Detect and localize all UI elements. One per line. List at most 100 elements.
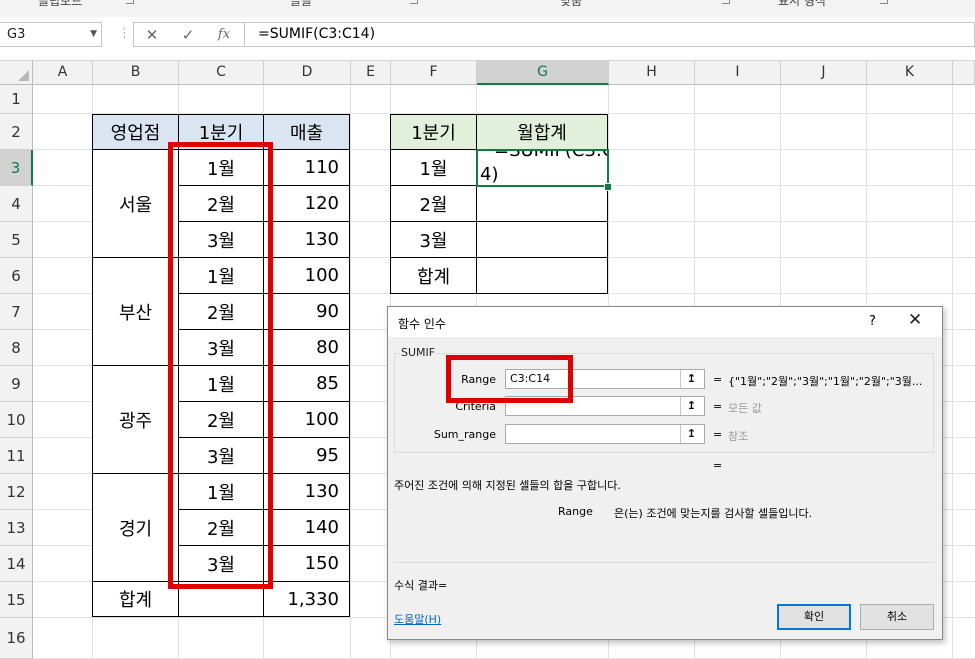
highlight-box-range [446,355,573,403]
row-header-2[interactable]: 2 [0,114,33,150]
sum-cell[interactable] [476,221,608,258]
sales-cell[interactable]: 80 [263,329,350,366]
drag-handle-icon[interactable]: ⋮ [118,26,131,41]
column-header-f[interactable]: F [391,61,477,85]
dialog-launcher-icon[interactable] [410,0,418,4]
sales-cell[interactable]: 90 [263,293,350,330]
row-header-8[interactable]: 8 [0,330,33,366]
sales-cell[interactable]: 100 [263,401,350,438]
row-header-13[interactable]: 13 [0,510,33,546]
close-icon[interactable]: ✕ [908,310,922,330]
dialog-launcher-icon[interactable] [880,0,888,4]
equals-sign: = [713,400,723,413]
column-header-e[interactable]: E [351,61,391,85]
function-name: SUMIF [400,346,437,359]
highlight-box-months [168,142,273,589]
chevron-down-icon[interactable]: ▼ [90,23,97,46]
help-icon[interactable]: ? [869,314,876,329]
column-header-b[interactable]: B [93,61,179,85]
table-header-sales[interactable]: 매출 [263,114,350,150]
collapse-dialog-icon[interactable]: ↥ [680,397,702,415]
collapse-dialog-icon[interactable]: ↥ [680,370,702,388]
total-label-cell[interactable]: 합계 [390,257,477,294]
argument-description-name: Range [558,505,593,518]
name-box[interactable]: G3 ▼ [0,22,102,47]
help-link[interactable]: 도움말(H) [394,611,441,627]
row-header-7[interactable]: 7 [0,294,33,330]
branch-cell[interactable]: 경기 [92,473,179,582]
sales-cell[interactable]: 110 [263,149,350,186]
column-header-i[interactable]: I [695,61,781,85]
table-header-branch[interactable]: 영업점 [92,114,179,150]
row-header-14[interactable]: 14 [0,546,33,582]
branch-cell[interactable]: 서울 [92,149,179,258]
row-header-3[interactable]: 3 [0,150,33,186]
total-value-cell[interactable]: 1,330 [263,581,350,617]
sales-cell[interactable]: 130 [263,473,350,510]
cancel-icon[interactable]: ✕ [138,24,166,46]
function-description: 주어진 조건에 의해 지정된 셀들의 합을 구합니다. [394,479,621,492]
formula-input[interactable]: =SUMIF(C3:C14) [245,22,975,47]
month-cell[interactable]: 1월 [390,149,477,186]
dialog-launcher-icon[interactable] [722,0,730,4]
column-header-c[interactable]: C [179,61,264,85]
row-header-11[interactable]: 11 [0,438,33,474]
collapse-dialog-icon[interactable]: ↥ [680,425,702,443]
column-header-partial[interactable] [953,61,975,85]
branch-cell[interactable]: 부산 [92,257,179,366]
row-header-5[interactable]: 5 [0,222,33,258]
argument-description: 은(는) 조건에 맞는지를 검사할 셀들입니다. [614,507,813,520]
name-box-value: G3 [7,27,26,42]
cancel-button[interactable]: 취소 [860,604,934,630]
total-label-cell[interactable]: 합계 [92,581,179,617]
column-header-h[interactable]: H [609,61,695,85]
ribbon-group-clipboard: 클립보드 [38,0,83,8]
sum-range-input[interactable] [505,424,705,444]
row-header-15[interactable]: 15 [0,582,33,618]
row-header-1[interactable]: 1 [0,85,33,114]
sales-cell[interactable]: 120 [263,185,350,222]
column-header-k[interactable]: K [867,61,953,85]
sales-cell[interactable]: 140 [263,509,350,546]
table-header-quarter[interactable]: 1분기 [390,114,477,150]
divider [394,562,934,563]
row-header-9[interactable]: 9 [0,366,33,402]
dialog-launcher-icon[interactable] [126,0,134,4]
formula-buttons: ✕ ✓ fx [133,22,245,47]
select-all-corner[interactable] [0,61,33,85]
row-header-10[interactable]: 10 [0,402,33,438]
active-cell-g3[interactable]: =SUMIF(C3:C1 4) [476,149,609,187]
branch-cell[interactable]: 광주 [92,365,179,474]
column-header-a[interactable]: A [33,61,93,85]
row-header-4[interactable]: 4 [0,186,33,222]
column-header-j[interactable]: J [781,61,867,85]
ribbon-group-number: 표시 형식 [778,0,826,8]
sum-cell[interactable] [476,257,608,294]
sales-cell[interactable]: 150 [263,545,350,582]
cell-edit-text: =SUMIF(C3:C1 [494,149,607,161]
month-cell[interactable]: 2월 [390,185,477,222]
month-cell[interactable]: 3월 [390,221,477,258]
fill-handle[interactable] [604,183,612,191]
equals-sign: = [713,373,723,386]
column-header-d[interactable]: D [264,61,351,85]
row-header-6[interactable]: 6 [0,258,33,294]
formula-result-label: 수식 결과= [394,579,448,592]
dialog-titlebar[interactable]: 함수 인수 ? ✕ [388,307,942,337]
sales-cell[interactable]: 85 [263,365,350,402]
range-result: {"1월";"2월";"3월";"1월";"2월";"3월... [728,375,923,388]
table-header-monthly-sum[interactable]: 월합계 [476,114,608,150]
sales-cell[interactable]: 100 [263,257,350,294]
row-header-16[interactable]: 16 [0,618,33,659]
sum-cell[interactable] [476,185,608,222]
column-header-g[interactable]: G [477,61,609,85]
ribbon-strip: 클립보드 글꼴 맞춤 표시 형식 [0,0,975,18]
dialog-title: 함수 인수 [398,317,446,331]
ok-button[interactable]: 확인 [777,604,851,630]
sales-cell[interactable]: 130 [263,221,350,258]
formula-bar: G3 ▼ ⋮ ✕ ✓ fx =SUMIF(C3:C14) [0,17,975,61]
row-header-12[interactable]: 12 [0,474,33,510]
insert-function-icon[interactable]: fx [210,24,238,46]
enter-icon[interactable]: ✓ [174,24,202,46]
sales-cell[interactable]: 95 [263,437,350,474]
